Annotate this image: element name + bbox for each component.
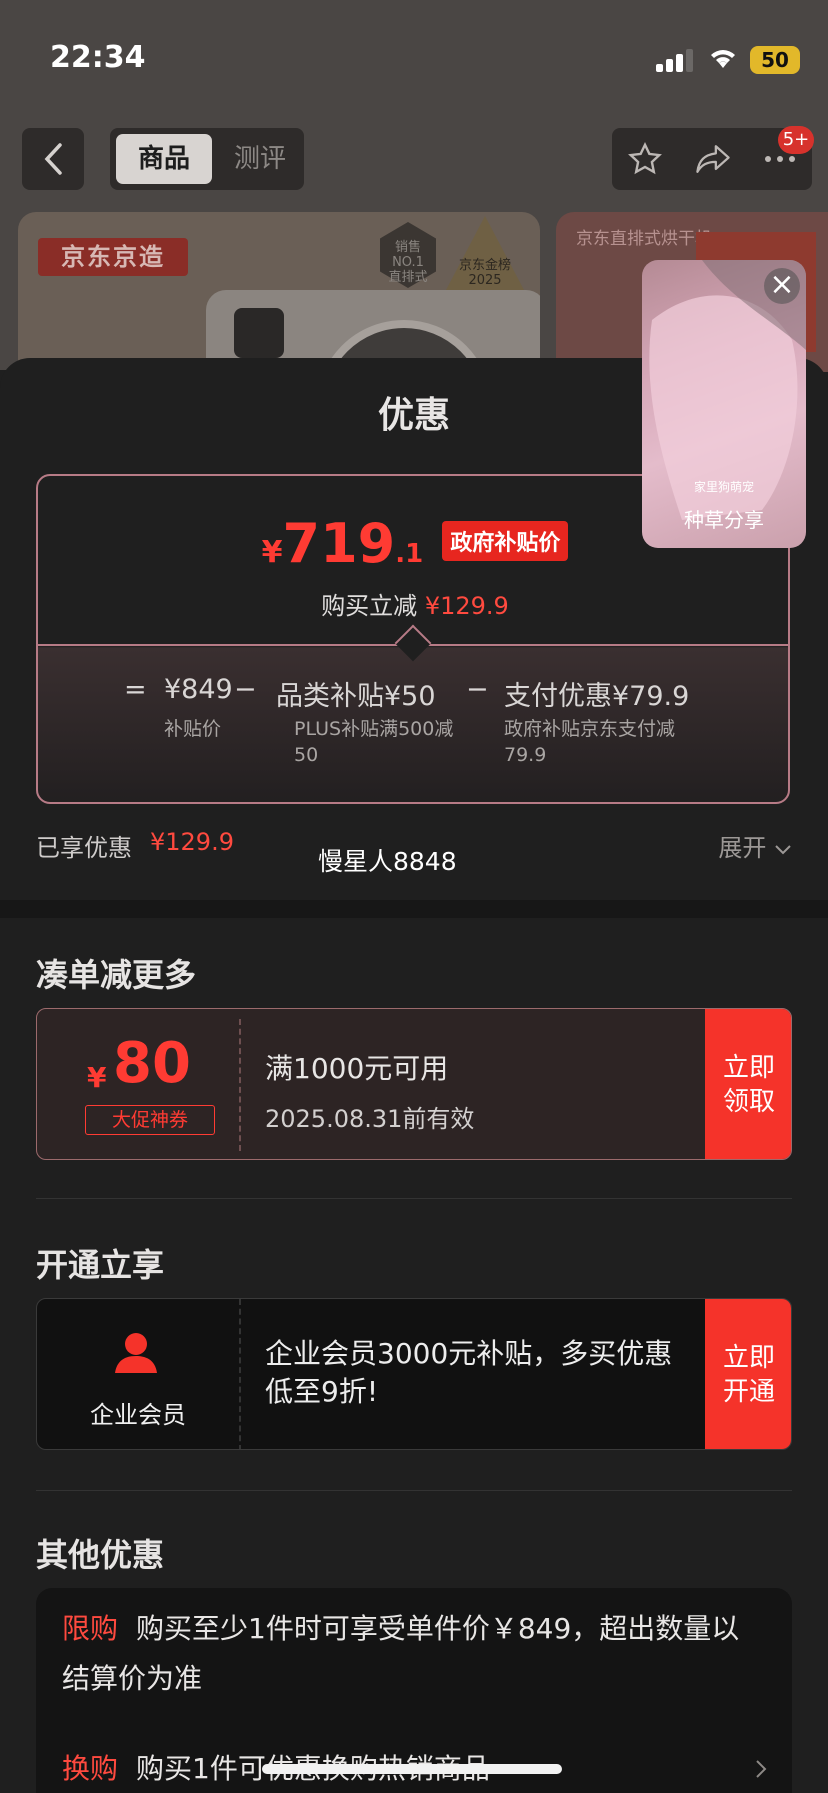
base-price-label: 补贴价	[164, 718, 222, 740]
instant-reduction-label: 购买立减	[321, 592, 418, 620]
sales-badge-text: 销售 NO.1 直排式	[388, 240, 428, 285]
coupon-condition: 满1000元可用	[265, 1052, 449, 1085]
more-section-title: 凑单减更多	[36, 956, 197, 994]
trade-in-tag: 换购	[62, 1752, 119, 1785]
coupon-separator	[239, 1019, 241, 1151]
enjoyed-value: ¥129.9	[150, 828, 234, 856]
claim-coupon-button[interactable]: 立即 领取	[705, 1009, 791, 1159]
tab-review[interactable]: 测评	[220, 134, 300, 184]
brand-label: 京东京造	[38, 238, 188, 276]
share-icon[interactable]	[694, 142, 732, 176]
product-image-main[interactable]: 京东京造 销售 NO.1 直排式 京东金榜 2025	[18, 212, 540, 372]
payment-discount-label: 政府补贴京东支付减79.9	[504, 718, 676, 766]
battery-icon: 50	[750, 46, 800, 74]
member-section-title: 开通立享	[36, 1246, 165, 1284]
membership-card: 企业会员 企业会员3000元补贴，多买优惠低至9折! 立即 开通	[36, 1298, 792, 1450]
membership-separator	[239, 1299, 241, 1449]
more-icon[interactable]	[763, 154, 797, 164]
membership-label: 企业会员	[90, 1401, 186, 1429]
product-tabs: 商品 测评	[110, 128, 304, 190]
purchase-limit-tag: 限购	[62, 1612, 119, 1645]
payment-discount: 支付优惠¥79.9	[504, 681, 690, 712]
gov-subsidy-tag: 政府补贴价	[442, 521, 569, 561]
wifi-icon	[708, 44, 738, 72]
coupon-value-area: ¥ 80 大促神券	[37, 1009, 239, 1159]
gold-badge-text: 京东金榜 2025	[458, 258, 511, 288]
coupon-card: ¥ 80 大促神券 满1000元可用 2025.08.31前有效 立即 领取	[36, 1008, 792, 1160]
star-icon[interactable]	[627, 141, 663, 177]
user-icon	[115, 1333, 157, 1373]
video-caption: 种草分享	[684, 508, 764, 532]
category-subsidy-label: PLUS补贴满500减50	[294, 718, 454, 766]
back-button[interactable]	[22, 128, 84, 190]
expand-button[interactable]: 展开	[718, 828, 792, 863]
membership-description: 企业会员3000元补贴，多买优惠低至9折!	[265, 1337, 673, 1408]
message-badge: 5+	[778, 126, 814, 154]
price-integer: 719	[282, 512, 396, 575]
close-video-button[interactable]: ×	[764, 268, 800, 304]
discount-sheet: 优惠 ¥719.1 政府补贴价 购买立减 ¥129.9 = ¥849 补贴价 −…	[0, 358, 828, 1793]
divider	[36, 1198, 792, 1199]
activate-membership-button[interactable]: 立即 开通	[705, 1299, 791, 1449]
status-time: 22:34	[50, 40, 146, 75]
purchase-limit-text: 购买至少1件时可享受单件价￥849，超出数量以结算价为准	[62, 1612, 740, 1695]
chevron-down-icon	[775, 845, 791, 855]
price-decimal: .1	[395, 539, 424, 569]
section-gap	[0, 900, 828, 918]
watermark-text: 慢星人8848	[318, 847, 457, 876]
minus-sign-1: −	[234, 674, 257, 705]
base-price: ¥849	[164, 674, 233, 705]
coupon-expiry: 2025.08.31前有效	[265, 1105, 475, 1133]
coupon-tag: 大促神券	[85, 1105, 215, 1135]
floating-video[interactable]: × 家里狗萌宠 种草分享	[642, 260, 806, 548]
coupon-currency: ¥	[87, 1061, 107, 1094]
other-section-title: 其他优惠	[36, 1536, 165, 1574]
price-currency: ¥	[261, 535, 283, 570]
category-subsidy: 品类补贴¥50	[276, 681, 436, 712]
dryer-panel	[234, 308, 284, 358]
instant-reduction: 购买立减 ¥129.9	[38, 586, 788, 621]
chevron-right-icon	[756, 1760, 767, 1778]
home-indicator	[262, 1764, 562, 1774]
purchase-limit-row: 限购 购买至少1件时可享受单件价￥849，超出数量以结算价为准	[62, 1604, 762, 1704]
minus-sign-2: −	[466, 674, 489, 705]
divider-notch	[394, 624, 432, 662]
signal-icon	[656, 48, 696, 72]
enjoyed-label: 已享优惠	[36, 834, 132, 862]
other-offers-card: 限购购买至少1件时可享受单件价￥849，超出数量以结算价为准 换购购买1件可优惠…	[36, 1588, 792, 1793]
instant-reduction-value: ¥129.9	[424, 592, 509, 620]
expand-label: 展开	[718, 834, 767, 862]
video-overlay-text: 家里狗萌宠	[693, 480, 754, 494]
chevron-left-icon	[44, 143, 62, 175]
divider	[36, 1490, 792, 1491]
coupon-amount: 80	[113, 1031, 191, 1096]
equals-sign: =	[124, 674, 147, 705]
tab-product[interactable]: 商品	[116, 134, 212, 184]
